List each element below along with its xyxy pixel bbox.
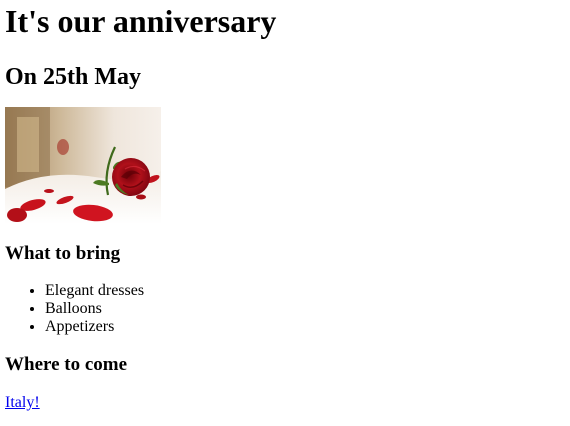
list-item: Elegant dresses bbox=[45, 282, 565, 300]
bring-heading: What to bring bbox=[5, 243, 121, 264]
page-title: It's our anniversary bbox=[5, 3, 277, 39]
rose-photo bbox=[5, 107, 161, 224]
location-link[interactable]: Italy! bbox=[5, 394, 40, 412]
event-date: On 25th May bbox=[5, 64, 142, 90]
list-item: Balloons bbox=[45, 300, 565, 318]
bring-list: Elegant dresses Balloons Appetizers bbox=[5, 282, 565, 336]
location-heading: Where to come bbox=[5, 354, 128, 375]
page-content: It's our anniversary On 25th May What to… bbox=[0, 0, 570, 412]
list-item: Appetizers bbox=[45, 318, 565, 336]
